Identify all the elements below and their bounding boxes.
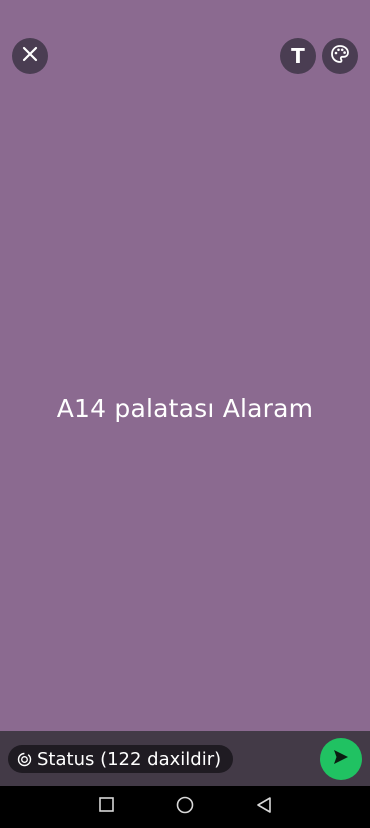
triangle-back-icon xyxy=(256,796,272,818)
status-icon xyxy=(17,752,32,767)
send-button[interactable] xyxy=(320,738,362,780)
status-canvas[interactable] xyxy=(0,0,370,731)
square-icon xyxy=(98,797,114,817)
color-palette-button[interactable] xyxy=(322,38,358,74)
system-navigation-bar xyxy=(0,786,370,828)
composer-bar: Status (122 daxildir) xyxy=(0,731,370,786)
status-text[interactable]: A14 palatası Alaram xyxy=(0,394,370,423)
recents-button[interactable] xyxy=(97,797,115,817)
back-button[interactable] xyxy=(255,796,273,818)
text-icon: T xyxy=(291,44,305,68)
circle-icon xyxy=(176,796,194,819)
home-button[interactable] xyxy=(176,796,194,819)
palette-icon xyxy=(330,44,350,69)
audience-selector[interactable]: Status (122 daxildir) xyxy=(8,745,234,773)
close-icon xyxy=(22,46,38,67)
close-button[interactable] xyxy=(12,38,48,74)
text-tool-button[interactable]: T xyxy=(280,38,316,74)
audience-label: Status (122 daxildir) xyxy=(37,748,222,770)
send-icon xyxy=(332,748,350,771)
